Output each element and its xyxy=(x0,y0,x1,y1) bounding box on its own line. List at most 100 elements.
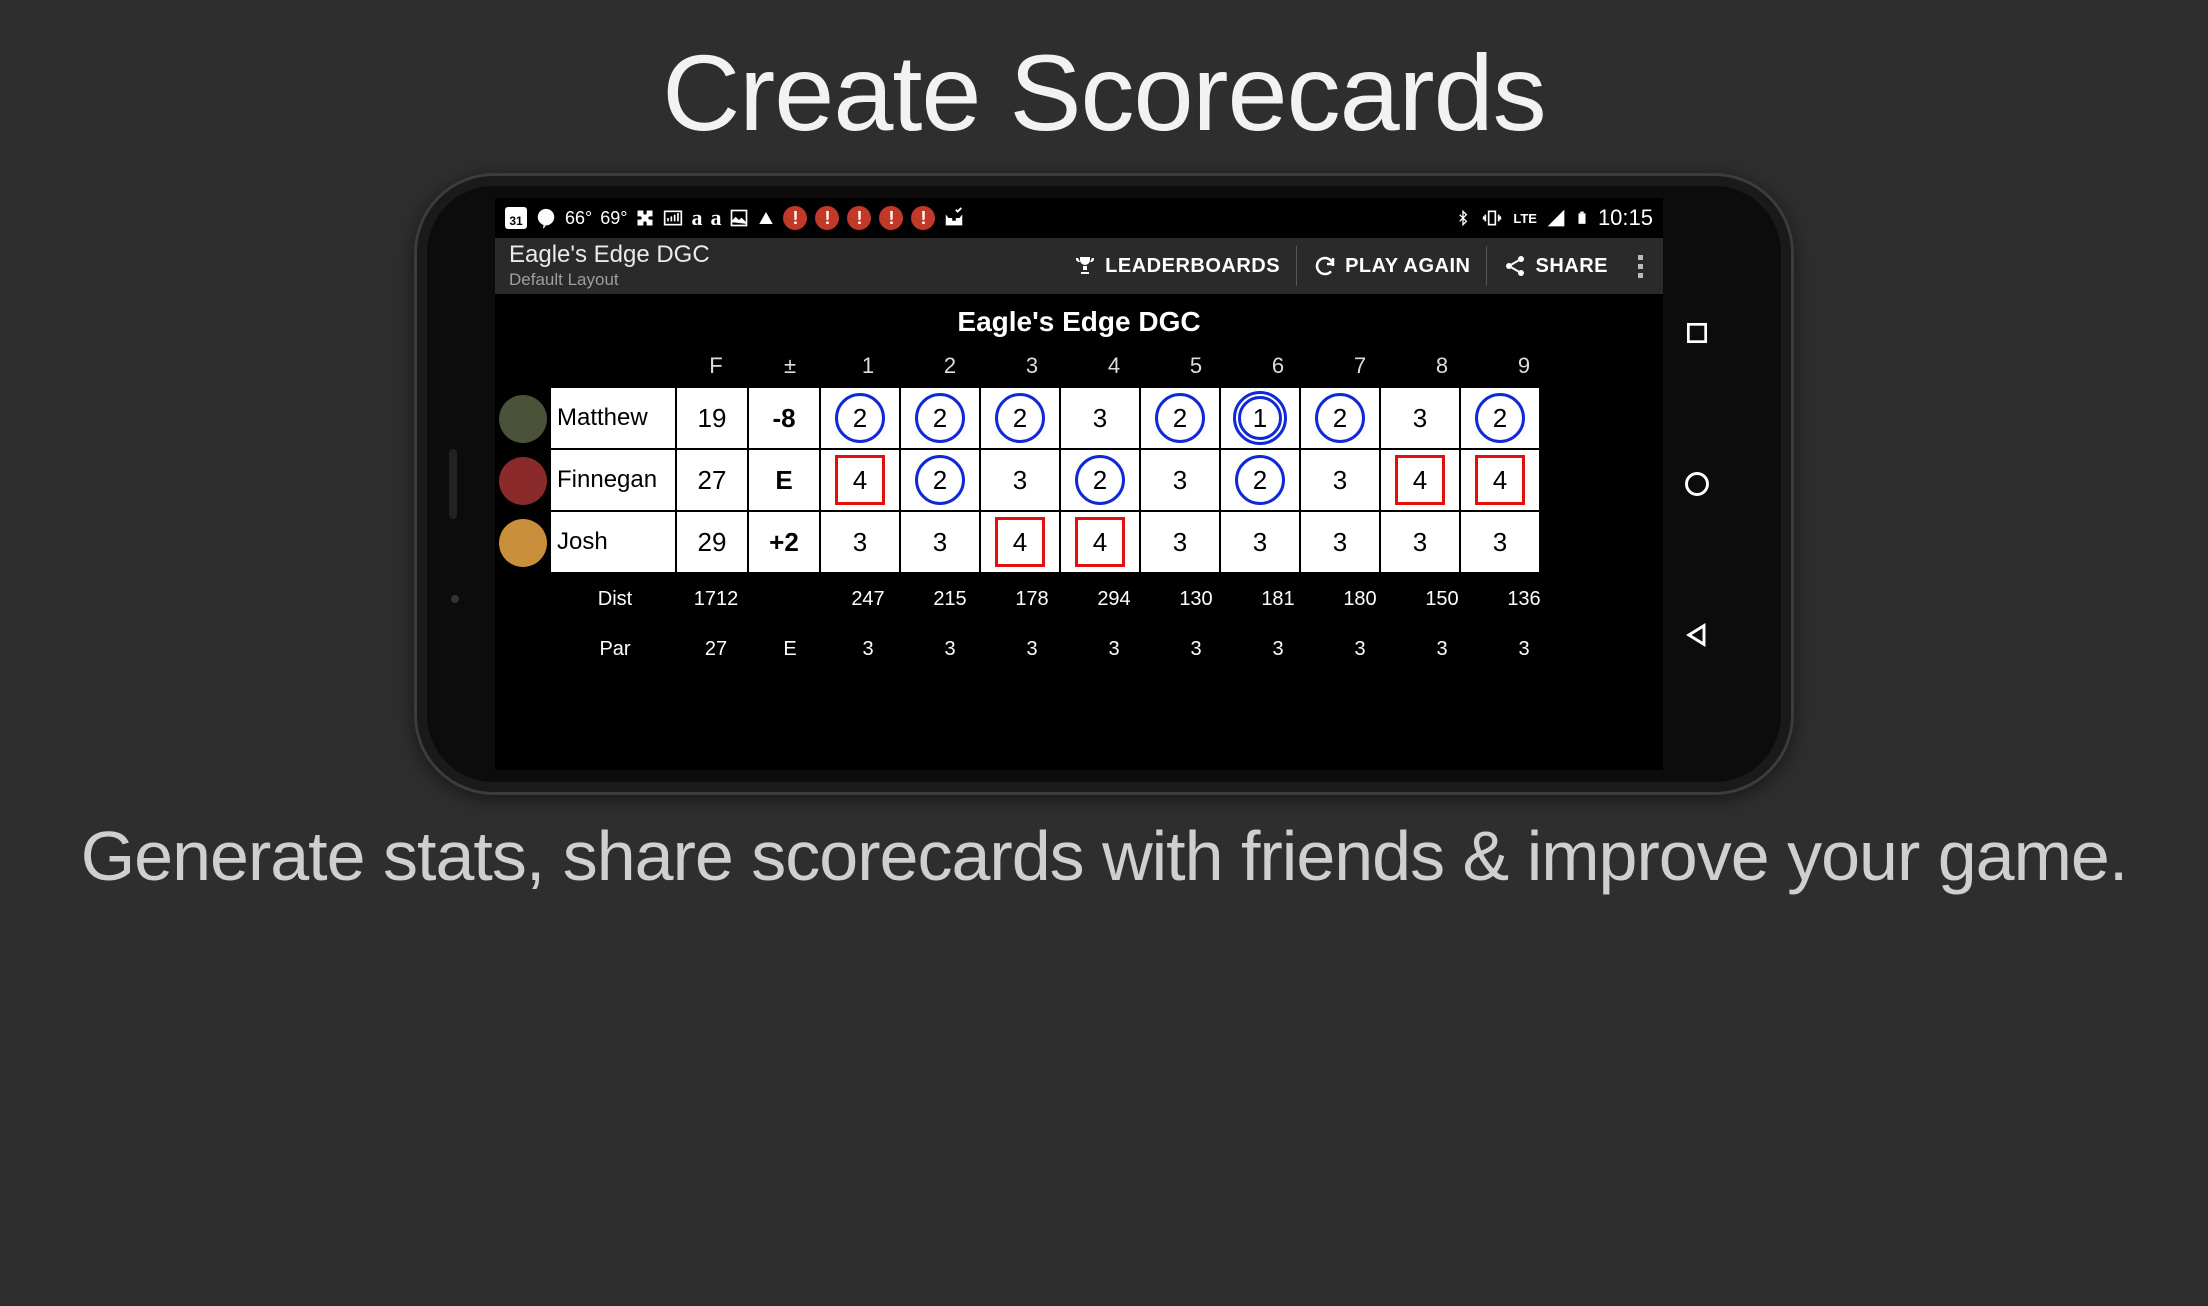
hole-header-2: 2 xyxy=(909,344,991,388)
par-cell: 3 xyxy=(1237,624,1319,674)
score-cell[interactable]: 3 xyxy=(819,510,901,574)
distance-cell: 180 xyxy=(1319,574,1401,624)
score-cell[interactable]: 3 xyxy=(1139,448,1221,512)
score-cell[interactable]: 2 xyxy=(1219,448,1301,512)
overflow-menu-button[interactable] xyxy=(1624,255,1649,278)
share-button[interactable]: SHARE xyxy=(1486,246,1624,286)
player-plus-minus[interactable]: +2 xyxy=(747,510,821,574)
hole-header-5: 5 xyxy=(1155,344,1237,388)
phone-screen: 31 66° 69° a a xyxy=(495,198,1663,770)
player-avatar[interactable] xyxy=(499,395,547,443)
distance-row: Dist 1712 247215178294130181180150136 xyxy=(495,574,1663,624)
par-cell: 3 xyxy=(1401,624,1483,674)
hole-header-6: 6 xyxy=(1237,344,1319,388)
score-cell[interactable]: 2 xyxy=(899,386,981,450)
vibrate-icon xyxy=(1480,208,1504,228)
speaker-grille xyxy=(449,449,457,519)
score-cell[interactable]: 3 xyxy=(1219,510,1301,574)
score-cell[interactable]: 3 xyxy=(1459,510,1541,574)
score-cell[interactable]: 2 xyxy=(1299,386,1381,450)
distance-cell: 215 xyxy=(909,574,991,624)
player-final-score[interactable]: 29 xyxy=(675,510,749,574)
player-avatar[interactable] xyxy=(499,519,547,567)
distance-cell: 181 xyxy=(1237,574,1319,624)
par-cell: 3 xyxy=(1155,624,1237,674)
distance-total: 1712 xyxy=(679,574,753,624)
score-cell[interactable]: 2 xyxy=(899,448,981,512)
score-cell[interactable]: 2 xyxy=(1139,386,1221,450)
amazon-icon: a xyxy=(691,205,702,231)
phone-device-frame: 31 66° 69° a a xyxy=(414,173,1794,795)
distance-cell: 178 xyxy=(991,574,1073,624)
distance-label: Dist xyxy=(551,574,679,624)
score-cell[interactable]: 3 xyxy=(1379,386,1461,450)
scorecard-table: F ± 123456789 Matthew19-8222321232Finneg… xyxy=(495,344,1663,674)
par-cell: 3 xyxy=(909,624,991,674)
score-cell[interactable]: 4 xyxy=(979,510,1061,574)
score-cell[interactable]: 4 xyxy=(1379,448,1461,512)
score-cell[interactable]: 3 xyxy=(899,510,981,574)
table-header-row: F ± 123456789 xyxy=(495,344,1663,388)
par-cell: 3 xyxy=(1073,624,1155,674)
score-cell[interactable]: 4 xyxy=(819,448,901,512)
player-name-cell[interactable]: Matthew xyxy=(549,386,677,450)
inbox-check-icon xyxy=(943,207,965,229)
temp-2: 69° xyxy=(600,208,627,229)
android-navbar xyxy=(1663,198,1731,770)
leaderboards-button[interactable]: LEADERBOARDS xyxy=(1057,246,1296,286)
battery-icon xyxy=(1575,207,1589,229)
final-header: F xyxy=(679,344,753,388)
player-plus-minus[interactable]: E xyxy=(747,448,821,512)
player-name-cell[interactable]: Finnegan xyxy=(549,448,677,512)
bluetooth-icon xyxy=(1455,207,1471,229)
hole-header-4: 4 xyxy=(1073,344,1155,388)
score-cell[interactable]: 1 xyxy=(1219,386,1301,450)
hole-header-7: 7 xyxy=(1319,344,1401,388)
alert-icon: ! xyxy=(783,206,807,230)
app-bar-title[interactable]: Eagle's Edge DGC xyxy=(509,242,769,268)
home-button[interactable] xyxy=(1682,469,1712,499)
alert-icon: ! xyxy=(879,206,903,230)
score-cell[interactable]: 3 xyxy=(1059,386,1141,450)
par-cell: 3 xyxy=(827,624,909,674)
score-cell[interactable]: 2 xyxy=(1459,386,1541,450)
score-cell[interactable]: 4 xyxy=(1459,448,1541,512)
player-plus-minus[interactable]: -8 xyxy=(747,386,821,450)
score-cell[interactable]: 3 xyxy=(979,448,1061,512)
player-row: Josh29+2334433333 xyxy=(495,512,1663,574)
distance-cell: 130 xyxy=(1155,574,1237,624)
player-final-score[interactable]: 27 xyxy=(675,448,749,512)
par-total: 27 xyxy=(679,624,753,674)
hole-header-1: 1 xyxy=(827,344,909,388)
player-row: Finnegan27E423232344 xyxy=(495,450,1663,512)
trophy-icon xyxy=(1073,254,1097,278)
score-cell[interactable]: 3 xyxy=(1379,510,1461,574)
hole-header-3: 3 xyxy=(991,344,1073,388)
status-bar: 31 66° 69° a a xyxy=(495,198,1663,238)
score-cell[interactable]: 4 xyxy=(1059,510,1141,574)
clock-time: 10:15 xyxy=(1598,205,1653,231)
back-button[interactable] xyxy=(1682,620,1712,650)
share-label: SHARE xyxy=(1535,255,1608,278)
play-again-button[interactable]: PLAY AGAIN xyxy=(1296,246,1486,286)
app-bar: Eagle's Edge DGC Default Layout LEADERBO… xyxy=(495,238,1663,294)
par-relative: E xyxy=(753,624,827,674)
distance-cell: 136 xyxy=(1483,574,1565,624)
play-again-label: PLAY AGAIN xyxy=(1345,255,1470,278)
promo-title: Create Scorecards xyxy=(662,30,1545,155)
score-cell[interactable]: 3 xyxy=(1299,448,1381,512)
app-bar-subtitle[interactable]: Default Layout xyxy=(509,271,769,290)
score-cell[interactable]: 2 xyxy=(979,386,1061,450)
player-final-score[interactable]: 19 xyxy=(675,386,749,450)
signal-icon xyxy=(1546,208,1566,228)
score-cell[interactable]: 2 xyxy=(1059,448,1141,512)
par-cell: 3 xyxy=(1483,624,1565,674)
recent-apps-button[interactable] xyxy=(1682,318,1712,348)
player-name-cell[interactable]: Josh xyxy=(549,510,677,574)
par-label: Par xyxy=(551,624,679,674)
score-cell[interactable]: 2 xyxy=(819,386,901,450)
distance-cell: 247 xyxy=(827,574,909,624)
score-cell[interactable]: 3 xyxy=(1299,510,1381,574)
player-avatar[interactable] xyxy=(499,457,547,505)
score-cell[interactable]: 3 xyxy=(1139,510,1221,574)
